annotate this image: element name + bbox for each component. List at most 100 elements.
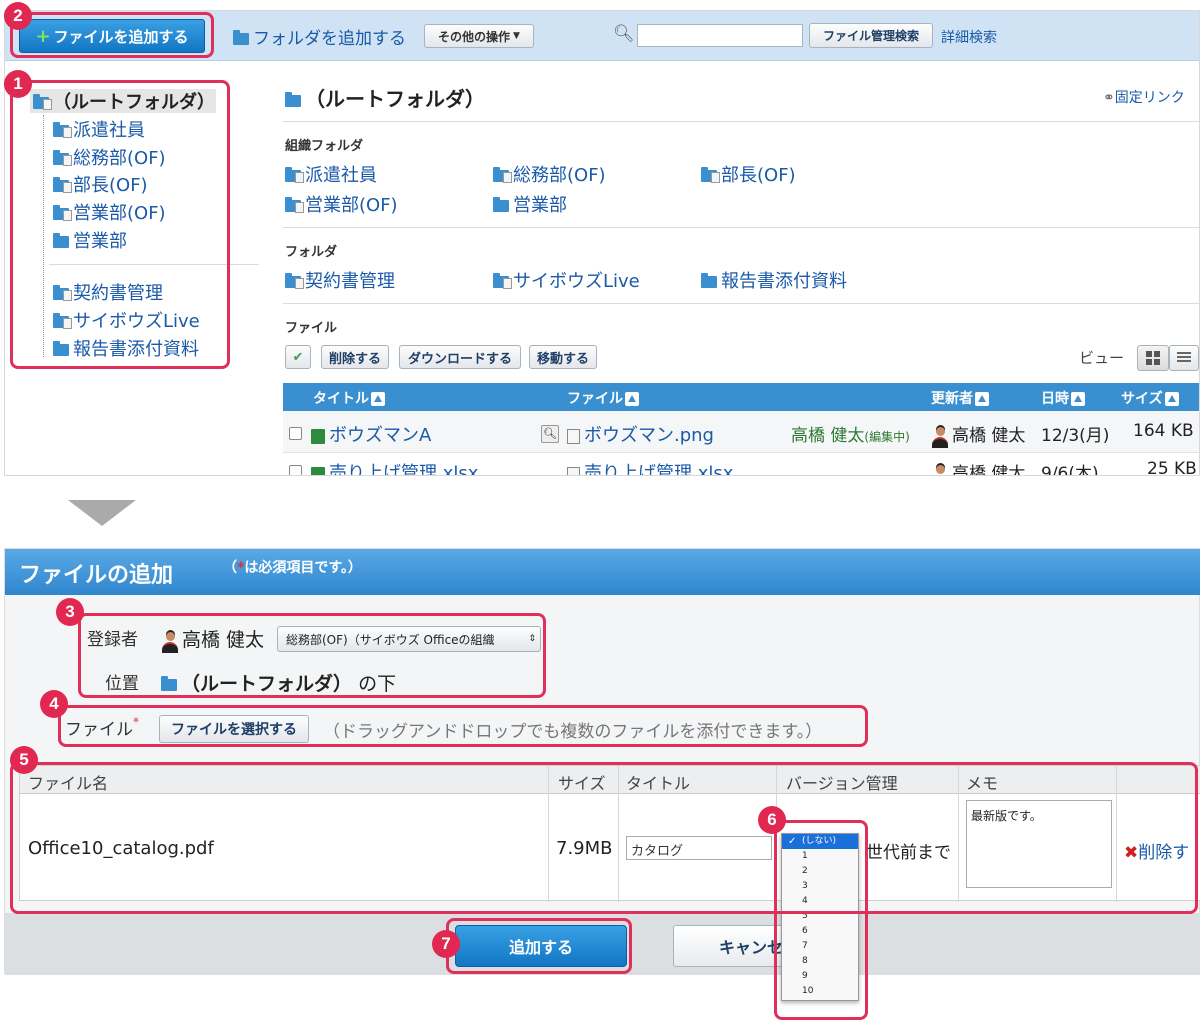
col-size[interactable]: サイズ — [1121, 388, 1179, 408]
folder-tree: （ルートフォルダ） 派遣社員 総務部(OF) 部長(OF) 営業部(OF) 営業… — [5, 61, 265, 475]
location-label: 位置 — [105, 674, 139, 694]
remove-file-link[interactable]: ✖削除す — [1124, 838, 1189, 863]
col-title[interactable]: タイトル — [313, 388, 385, 408]
folder-icon — [233, 30, 249, 45]
grid-view-button[interactable] — [1137, 345, 1169, 371]
version-option[interactable]: 10 — [782, 984, 858, 999]
version-option[interactable]: 8 — [782, 954, 858, 969]
tree-item-hokoku[interactable]: 報告書添付資料 — [53, 335, 199, 361]
folder-doc-icon — [285, 273, 304, 289]
file-manager-panel: + ファイルを追加する フォルダを追加する その他の操作 ▼ 🔍︎ ファイル管理検… — [4, 10, 1200, 476]
version-option[interactable]: 4 — [782, 894, 858, 909]
folders-divider — [283, 303, 1199, 304]
tree-item-bucho[interactable]: 部長(OF) — [53, 171, 148, 197]
version-option[interactable]: 2 — [782, 864, 858, 879]
advanced-search-link[interactable]: 詳細検索 — [941, 27, 997, 47]
org-folder-haken[interactable]: 派遣社員 — [285, 161, 377, 187]
tree-item-root[interactable]: （ルートフォルダ） — [33, 88, 215, 114]
col-version: バージョン管理 — [786, 774, 898, 793]
row-file-link[interactable]: ボウズマン.png — [567, 421, 714, 447]
link-icon: ⚭ — [1103, 90, 1115, 106]
row-file-link[interactable]: 売り上げ管理.xlsx — [567, 459, 733, 475]
col-separator — [548, 766, 549, 902]
row-checkbox[interactable] — [289, 427, 302, 440]
col-file[interactable]: ファイル — [567, 388, 639, 408]
tree-item-live[interactable]: サイボウズLive — [53, 307, 200, 333]
other-ops-dropdown[interactable]: その他の操作 ▼ — [424, 24, 534, 48]
list-view-button[interactable] — [1169, 345, 1199, 371]
folder-icon — [701, 273, 717, 288]
add-folder-link[interactable]: フォルダを追加する — [233, 24, 406, 49]
download-button[interactable]: ダウンロードする — [399, 345, 521, 369]
row-title-link[interactable]: 売り上げ管理.xlsx — [311, 459, 478, 475]
move-button[interactable]: 移動する — [529, 345, 597, 369]
list-icon — [1177, 352, 1191, 364]
file-search-button[interactable]: ファイル管理検索 — [809, 23, 933, 48]
org-select[interactable]: 総務部(OF)（サイボウズ Officeの組織 ⇕ — [277, 626, 541, 652]
tree-item-eigyo[interactable]: 営業部 — [53, 227, 127, 253]
version-option[interactable]: 1 — [782, 849, 858, 864]
col-filename: ファイル名 — [28, 774, 109, 793]
version-option[interactable]: 6 — [782, 924, 858, 939]
org-folders-heading: 組織フォルダ — [285, 139, 364, 154]
folder-hokoku[interactable]: 報告書添付資料 — [701, 267, 847, 293]
page-title: （ルートフォルダ） — [285, 83, 485, 112]
folder-icon — [285, 91, 301, 107]
memo-textarea[interactable]: 最新版です。 — [966, 800, 1112, 888]
dialog-title: ファイルの追加 — [19, 563, 174, 588]
row-updater[interactable]: 高橋 健太 — [931, 459, 1025, 475]
required-note: （*は必須項目です。） — [223, 560, 362, 576]
folder-doc-icon — [493, 167, 512, 183]
tree-item-eigyo-of[interactable]: 営業部(OF) — [53, 199, 166, 225]
add-file-button[interactable]: + ファイルを追加する — [19, 19, 205, 53]
org-folder-eigyo[interactable]: 営業部 — [493, 191, 567, 217]
folder-keiyaku[interactable]: 契約書管理 — [285, 267, 395, 293]
select-all-button[interactable]: ✔ — [285, 345, 311, 369]
sort-icon — [625, 392, 639, 406]
org-folder-bucho[interactable]: 部長(OF) — [701, 161, 796, 187]
folder-icon — [53, 341, 69, 356]
version-option[interactable]: ✓ (しない) — [782, 834, 858, 849]
registrant-label: 登録者 — [87, 630, 138, 650]
tree-item-haken[interactable]: 派遣社員 — [53, 116, 145, 142]
row-checkbox[interactable] — [289, 465, 302, 475]
folder-icon — [161, 675, 177, 691]
org-folder-eigyo-of[interactable]: 営業部(OF) — [285, 191, 398, 217]
version-dropdown-list[interactable]: ✓ (しない) 1 2 3 4 5 6 7 8 9 10 — [781, 833, 859, 1001]
col-date[interactable]: 日時 — [1041, 388, 1085, 408]
view-label: ビュー — [1079, 349, 1125, 367]
permalink-link[interactable]: ⚭固定リンク — [1103, 87, 1185, 107]
plus-icon: + — [35, 25, 51, 47]
search-input[interactable] — [637, 24, 803, 47]
upload-title-input[interactable]: カタログ — [626, 836, 772, 860]
preview-icon[interactable]: 🔍︎ — [541, 425, 559, 443]
version-option[interactable]: 3 — [782, 879, 858, 894]
version-option[interactable]: 7 — [782, 939, 858, 954]
avatar — [931, 426, 949, 448]
chevron-down-icon: ▼ — [513, 31, 520, 41]
org-folder-somu[interactable]: 総務部(OF) — [493, 161, 606, 187]
version-option[interactable]: 9 — [782, 969, 858, 984]
step-marker-6: 6 — [758, 806, 786, 834]
delete-button[interactable]: 削除する — [321, 345, 389, 369]
editing-user: 高橋 健太(編集中) — [791, 426, 910, 446]
folder-doc-icon — [493, 273, 512, 289]
sort-icon — [371, 392, 385, 406]
col-updater[interactable]: 更新者 — [931, 388, 989, 408]
tree-divider — [49, 264, 259, 265]
choose-file-button[interactable]: ファイルを選択する — [159, 715, 309, 743]
file-label: ファイル* — [65, 715, 139, 740]
down-arrow-icon — [68, 500, 136, 526]
tree-item-somu[interactable]: 総務部(OF) — [53, 144, 166, 170]
folder-icon — [53, 233, 69, 248]
add-file-dialog: ファイルの追加 （*は必須項目です。） 登録者 高橋 健太 総務部(OF)（サイ… — [4, 548, 1200, 975]
submit-button[interactable]: 追加する — [455, 925, 627, 967]
row-size: 164 KB — [1133, 421, 1194, 441]
row-title-link[interactable]: ボウズマンA — [311, 421, 431, 447]
version-option[interactable]: 5 — [782, 909, 858, 924]
row-updater[interactable]: 高橋 健太 — [931, 421, 1025, 448]
upload-size: 7.9MB — [556, 838, 613, 859]
document-icon — [567, 466, 580, 475]
tree-item-keiyaku[interactable]: 契約書管理 — [53, 279, 163, 305]
folder-live[interactable]: サイボウズLive — [493, 267, 640, 293]
